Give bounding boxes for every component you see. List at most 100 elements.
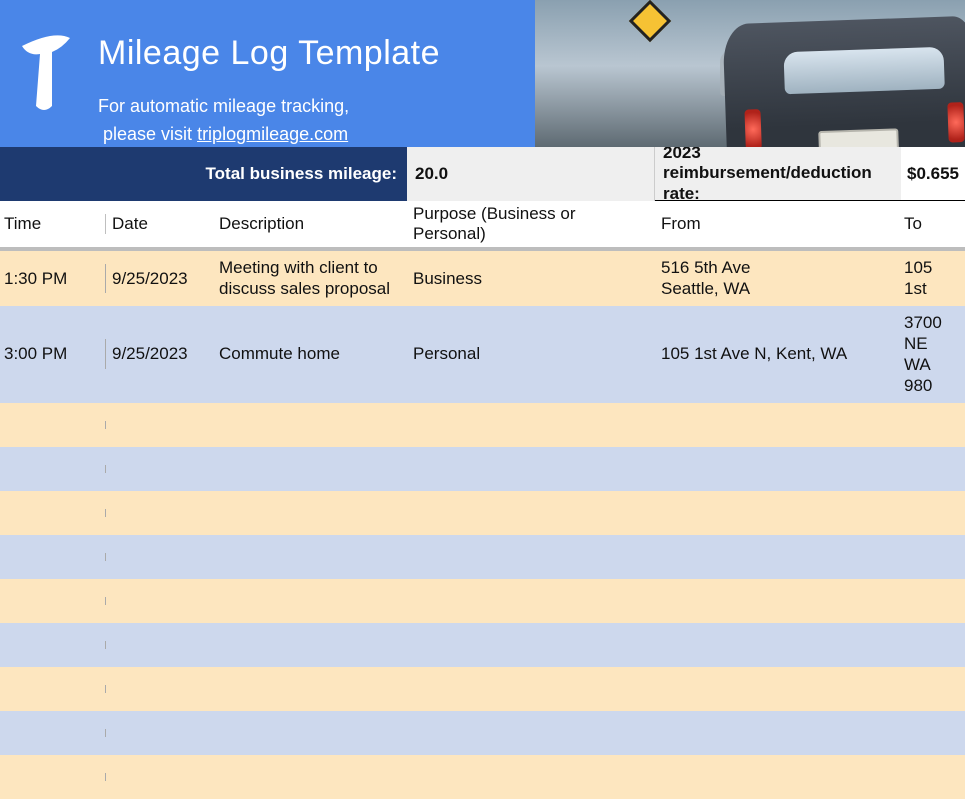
table-row[interactable]: 3:00 PM9/25/2023Commute homePersonal105 … bbox=[0, 306, 965, 403]
cell-time[interactable] bbox=[0, 597, 105, 605]
header-left: Mileage Log Template For automatic milea… bbox=[0, 0, 535, 147]
cell-from[interactable] bbox=[655, 773, 898, 781]
cell-from[interactable] bbox=[655, 597, 898, 605]
cell-purpose[interactable] bbox=[407, 597, 655, 605]
cell-from[interactable]: 105 1st Ave N, Kent, WA bbox=[655, 339, 898, 368]
cell-description[interactable] bbox=[213, 509, 407, 517]
cell-time[interactable] bbox=[0, 509, 105, 517]
table-row[interactable] bbox=[0, 491, 965, 535]
cell-to[interactable] bbox=[898, 773, 965, 781]
cell-from[interactable] bbox=[655, 553, 898, 561]
col-description: Description bbox=[213, 214, 407, 234]
cell-description[interactable] bbox=[213, 685, 407, 693]
header-image bbox=[535, 0, 965, 147]
cell-time[interactable] bbox=[0, 421, 105, 429]
triplog-logo-icon bbox=[14, 28, 74, 118]
table-row[interactable] bbox=[0, 579, 965, 623]
cell-description[interactable] bbox=[213, 421, 407, 429]
reimbursement-rate-label: 2023 reimbursement/deduction rate: bbox=[655, 147, 901, 201]
cell-time[interactable] bbox=[0, 641, 105, 649]
total-business-mileage-label: Total business mileage: bbox=[0, 147, 407, 201]
table-body: 1:30 PM9/25/2023Meeting with client to d… bbox=[0, 251, 965, 799]
cell-to[interactable] bbox=[898, 465, 965, 473]
cell-to[interactable] bbox=[898, 641, 965, 649]
cell-purpose[interactable] bbox=[407, 773, 655, 781]
cell-to[interactable] bbox=[898, 685, 965, 693]
tail-light-right-icon bbox=[947, 102, 964, 143]
total-business-mileage-value[interactable]: 20.0 bbox=[407, 147, 655, 201]
cell-description[interactable] bbox=[213, 773, 407, 781]
cell-purpose[interactable]: Personal bbox=[407, 339, 655, 368]
cell-time[interactable] bbox=[0, 685, 105, 693]
cell-from[interactable] bbox=[655, 641, 898, 649]
col-to: To bbox=[898, 214, 965, 234]
table-row[interactable] bbox=[0, 667, 965, 711]
cell-time[interactable]: 3:00 PM bbox=[0, 339, 105, 368]
license-plate-icon bbox=[818, 128, 899, 147]
cell-date[interactable] bbox=[105, 509, 213, 517]
table-row[interactable] bbox=[0, 623, 965, 667]
cell-to[interactable] bbox=[898, 553, 965, 561]
table-row[interactable] bbox=[0, 535, 965, 579]
cell-date[interactable] bbox=[105, 773, 213, 781]
cell-purpose[interactable] bbox=[407, 509, 655, 517]
cell-to[interactable]: 3700 NEWA 980 bbox=[898, 308, 965, 401]
subtitle-line1: For automatic mileage tracking, bbox=[98, 96, 349, 116]
cell-purpose[interactable] bbox=[407, 685, 655, 693]
cell-purpose[interactable] bbox=[407, 465, 655, 473]
triplog-link[interactable]: triplogmileage.com bbox=[197, 124, 348, 144]
cell-description[interactable]: Meeting with client to discuss sales pro… bbox=[213, 253, 407, 304]
cell-date[interactable] bbox=[105, 553, 213, 561]
summary-row: Total business mileage: 20.0 2023 reimbu… bbox=[0, 147, 965, 201]
cell-description[interactable] bbox=[213, 597, 407, 605]
cell-date[interactable] bbox=[105, 641, 213, 649]
cell-date[interactable]: 9/25/2023 bbox=[105, 264, 213, 293]
page-subtitle: For automatic mileage tracking, please v… bbox=[98, 93, 440, 149]
cell-from[interactable] bbox=[655, 465, 898, 473]
cell-time[interactable] bbox=[0, 553, 105, 561]
col-from: From bbox=[655, 214, 898, 234]
road-sign-icon bbox=[629, 0, 671, 42]
header-text: Mileage Log Template For automatic milea… bbox=[98, 28, 440, 149]
header-banner: Mileage Log Template For automatic milea… bbox=[0, 0, 965, 147]
cell-description[interactable]: Commute home bbox=[213, 339, 407, 368]
cell-to[interactable] bbox=[898, 421, 965, 429]
column-headers: Time Date Description Purpose (Business … bbox=[0, 201, 965, 251]
cell-from[interactable]: 516 5th AveSeattle, WA bbox=[655, 253, 898, 304]
car-icon bbox=[722, 16, 965, 147]
cell-description[interactable] bbox=[213, 465, 407, 473]
col-time: Time bbox=[0, 214, 105, 234]
cell-purpose[interactable]: Business bbox=[407, 264, 655, 293]
page-title: Mileage Log Template bbox=[98, 34, 440, 73]
table-row[interactable] bbox=[0, 755, 965, 799]
cell-from[interactable] bbox=[655, 685, 898, 693]
cell-date[interactable] bbox=[105, 597, 213, 605]
col-date: Date bbox=[105, 214, 213, 234]
cell-to[interactable]: 105 1st bbox=[898, 253, 965, 304]
cell-purpose[interactable] bbox=[407, 421, 655, 429]
cell-time[interactable]: 1:30 PM bbox=[0, 264, 105, 293]
cell-from[interactable] bbox=[655, 421, 898, 429]
cell-purpose[interactable] bbox=[407, 553, 655, 561]
cell-to[interactable] bbox=[898, 509, 965, 517]
cell-description[interactable] bbox=[213, 553, 407, 561]
cell-to[interactable] bbox=[898, 597, 965, 605]
subtitle-line2-prefix: please visit bbox=[103, 124, 197, 144]
cell-purpose[interactable] bbox=[407, 641, 655, 649]
reimbursement-rate-value[interactable]: $0.655 bbox=[901, 147, 965, 201]
cell-date[interactable] bbox=[105, 685, 213, 693]
cell-date[interactable] bbox=[105, 421, 213, 429]
cell-date[interactable] bbox=[105, 465, 213, 473]
table-row[interactable]: 1:30 PM9/25/2023Meeting with client to d… bbox=[0, 251, 965, 306]
col-purpose: Purpose (Business or Personal) bbox=[407, 204, 655, 244]
cell-from[interactable] bbox=[655, 509, 898, 517]
table-row[interactable] bbox=[0, 403, 965, 447]
car-window-icon bbox=[783, 47, 944, 95]
cell-date[interactable]: 9/25/2023 bbox=[105, 339, 213, 368]
tail-light-left-icon bbox=[744, 109, 761, 147]
table-row[interactable] bbox=[0, 711, 965, 755]
cell-time[interactable] bbox=[0, 773, 105, 781]
cell-description[interactable] bbox=[213, 641, 407, 649]
table-row[interactable] bbox=[0, 447, 965, 491]
cell-time[interactable] bbox=[0, 465, 105, 473]
